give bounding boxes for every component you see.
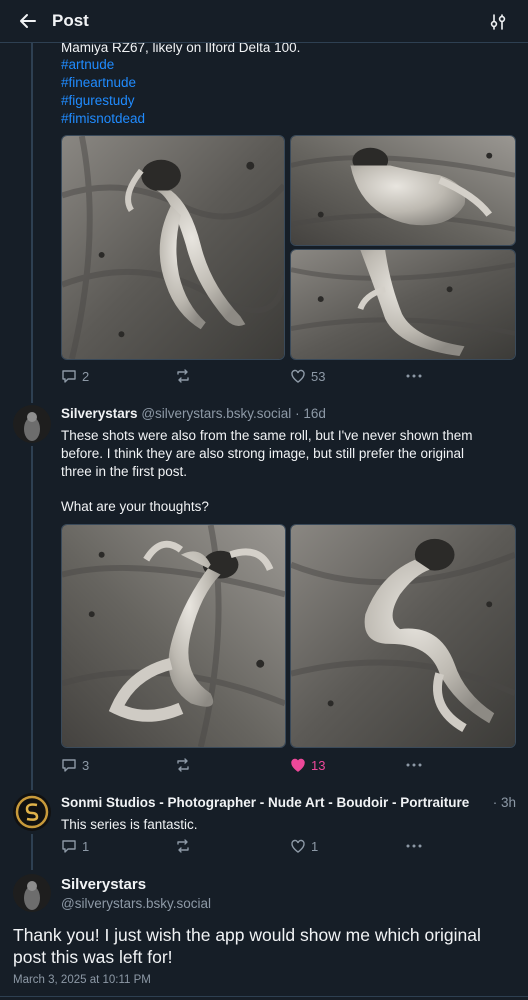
thread-line bbox=[31, 43, 33, 403]
hashtag-link[interactable]: #artnude bbox=[61, 56, 114, 74]
post-image[interactable] bbox=[61, 135, 285, 360]
thread-line bbox=[31, 834, 33, 870]
post-text: These shots were also from the same roll… bbox=[61, 428, 473, 443]
more-icon bbox=[406, 374, 422, 378]
more-button[interactable] bbox=[405, 368, 423, 384]
back-arrow-icon bbox=[20, 14, 36, 28]
post-image[interactable] bbox=[290, 524, 516, 748]
more-button[interactable] bbox=[405, 757, 423, 773]
repost-icon bbox=[177, 839, 189, 853]
thread-line bbox=[31, 446, 33, 790]
post-time: · 3h bbox=[492, 795, 516, 810]
author-name[interactable]: Silverystars bbox=[61, 406, 138, 421]
back-button[interactable] bbox=[0, 0, 56, 43]
hashtag-link[interactable]: #fimisnotdead bbox=[61, 110, 145, 128]
reply-button[interactable]: 2 bbox=[61, 368, 89, 384]
heart-icon bbox=[291, 758, 305, 772]
author-handle[interactable]: @silverystars.bsky.social bbox=[141, 406, 291, 421]
post-actions: 2 53 bbox=[61, 368, 423, 388]
divider bbox=[0, 996, 528, 997]
post-text: This series is fantastic. bbox=[61, 817, 198, 832]
reply-count: 2 bbox=[82, 368, 90, 384]
more-icon bbox=[406, 844, 422, 848]
heart-icon bbox=[291, 369, 305, 383]
reply-icon bbox=[62, 759, 76, 772]
avatar[interactable] bbox=[13, 793, 51, 831]
post-timestamp: March 3, 2025 at 10:11 PM bbox=[13, 974, 151, 986]
post-actions: 3 13 bbox=[61, 757, 423, 777]
author-name[interactable]: Sonmi Studios - Photographer - Nude Art … bbox=[61, 794, 471, 812]
page-title: Post bbox=[52, 11, 89, 30]
main-post-text: Thank you! I just wish the app would sho… bbox=[13, 925, 481, 967]
post-image[interactable] bbox=[61, 524, 286, 748]
sliders-icon bbox=[490, 14, 506, 30]
more-button[interactable] bbox=[405, 838, 423, 854]
repost-icon bbox=[177, 758, 189, 772]
post-text: before. I think they are also strong ima… bbox=[61, 446, 464, 461]
like-button[interactable]: 1 bbox=[290, 838, 318, 854]
hashtag-link[interactable]: #fineartnude bbox=[61, 74, 136, 92]
post-image[interactable] bbox=[290, 135, 516, 246]
post-header: Sonmi Studios - Photographer - Nude Art … bbox=[61, 794, 516, 812]
reply-icon bbox=[62, 840, 76, 853]
reply-icon bbox=[62, 370, 76, 383]
thread-settings-button[interactable] bbox=[488, 12, 508, 32]
post-text: What are your thoughts? bbox=[61, 499, 209, 514]
reply-button[interactable]: 3 bbox=[61, 757, 89, 773]
reply-button[interactable]: 1 bbox=[61, 838, 89, 854]
reply-count: 1 bbox=[82, 838, 90, 854]
like-count: 1 bbox=[311, 838, 319, 854]
repost-button[interactable] bbox=[175, 838, 191, 854]
repost-button[interactable] bbox=[175, 368, 191, 384]
top-bar: Post bbox=[0, 0, 528, 43]
more-icon bbox=[406, 763, 422, 767]
like-count: 13 bbox=[311, 757, 326, 773]
like-count: 53 bbox=[311, 368, 326, 384]
author-name[interactable]: Silverystars bbox=[61, 876, 146, 893]
like-button[interactable]: 13 bbox=[290, 757, 325, 773]
avatar[interactable] bbox=[13, 874, 51, 912]
hashtag-link[interactable]: #figurestudy bbox=[61, 92, 135, 110]
repost-icon bbox=[177, 369, 189, 383]
author-handle[interactable]: @silverystars.bsky.social bbox=[61, 896, 211, 911]
post-text: three in the first post. bbox=[61, 464, 188, 479]
like-button[interactable]: 53 bbox=[290, 368, 325, 384]
reply-count: 3 bbox=[82, 757, 90, 773]
post-header: Silverystars @silverystars.bsky.social ·… bbox=[61, 405, 326, 423]
repost-button[interactable] bbox=[175, 757, 191, 773]
avatar[interactable] bbox=[13, 405, 51, 443]
post-image[interactable] bbox=[290, 249, 516, 360]
post-actions: 1 1 bbox=[61, 838, 423, 858]
heart-icon bbox=[291, 839, 305, 853]
post-time: · 16d bbox=[295, 406, 326, 421]
